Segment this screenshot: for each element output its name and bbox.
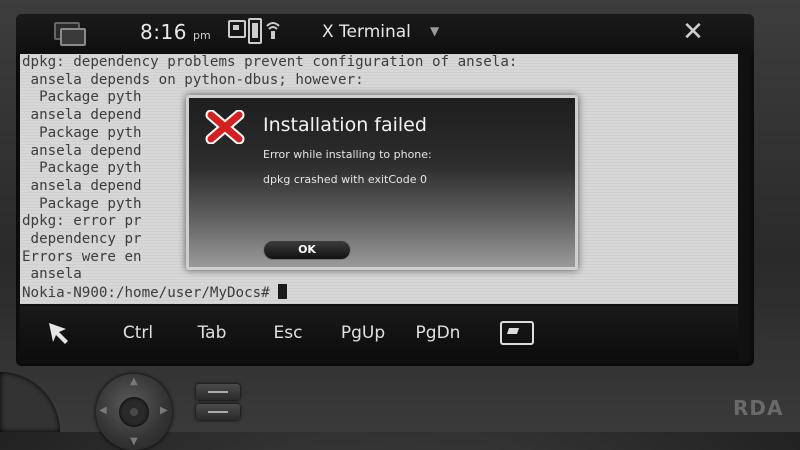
terminal-line: dpkg: error pr [22,213,142,230]
dialog-message: Error while installing to phone: [263,148,432,161]
hardware-button-bottom[interactable] [196,404,240,420]
ok-button[interactable]: OK [263,240,351,260]
dpad-down-icon: ▼ [130,436,138,447]
terminal-line: dependency pr [22,231,142,247]
error-dialog: Installation failed Error while installi… [186,95,578,270]
status-indicators[interactable] [228,18,288,44]
terminal-line: ansela depend [22,142,142,159]
terminal-line: Package pyth [22,160,142,177]
tab-key-button[interactable]: Tab [192,306,232,360]
dpad-control[interactable]: ▲ ▼ ◀ ▶ [96,374,172,450]
keyboard-toggle-button[interactable] [498,306,534,360]
wifi-icon [266,20,280,40]
terminal-line: Package pyth [22,124,142,141]
dpad-left-icon: ◀ [99,405,107,416]
close-icon[interactable]: ✕ [680,19,706,45]
terminal-line: Package pyth [22,195,142,212]
clock-ampm: pm [193,29,211,42]
terminal-line: ansela [22,266,82,283]
clock-time: 8:16 [140,20,187,44]
title-menu-arrow-icon[interactable]: ▼ [430,24,439,38]
dpad-right-icon: ▶ [160,405,168,416]
pointer-arrow-icon [49,323,68,344]
terminal-toolbar: Ctrl Tab Esc PgUp PgDn [20,306,738,360]
text-cursor [278,284,288,300]
dialog-title: Installation failed [263,114,427,136]
hardware-button-top[interactable] [196,384,240,400]
terminal-line: Errors were en [22,248,142,265]
terminal-line: Package pyth [22,89,142,106]
pgup-key-button[interactable]: PgUp [336,306,390,360]
ctrl-key-button[interactable]: Ctrl [118,306,158,360]
dpad-up-icon: ▲ [130,376,138,387]
dialog-error-detail: dpkg crashed with exitCode 0 [263,173,428,186]
terminal-line: ansela depends on python-dbus; however: [22,71,364,88]
terminal-line: dpkg: dependency problems prevent config… [22,54,518,70]
keyboard-icon [500,321,534,345]
terminal-line: ansela depend [22,107,142,124]
prompt-text: Nokia-N900:/home/user/MyDocs# [22,285,279,302]
task-switcher-icon[interactable] [54,22,86,46]
esc-key-button[interactable]: Esc [268,306,308,360]
dpad-center-button[interactable] [119,397,149,427]
window-title[interactable]: X Terminal [322,22,411,42]
battery-icon [248,18,262,44]
presence-icon [228,20,246,38]
terminal-prompt[interactable]: Nokia-N900:/home/user/MyDocs# [22,284,288,303]
pgdn-key-button[interactable]: PgDn [410,306,466,360]
terminal-line: ansela depend [22,177,142,194]
error-x-icon [205,109,245,145]
pointer-arrow-button[interactable] [44,306,74,360]
watermark-text: RDA [733,396,784,420]
